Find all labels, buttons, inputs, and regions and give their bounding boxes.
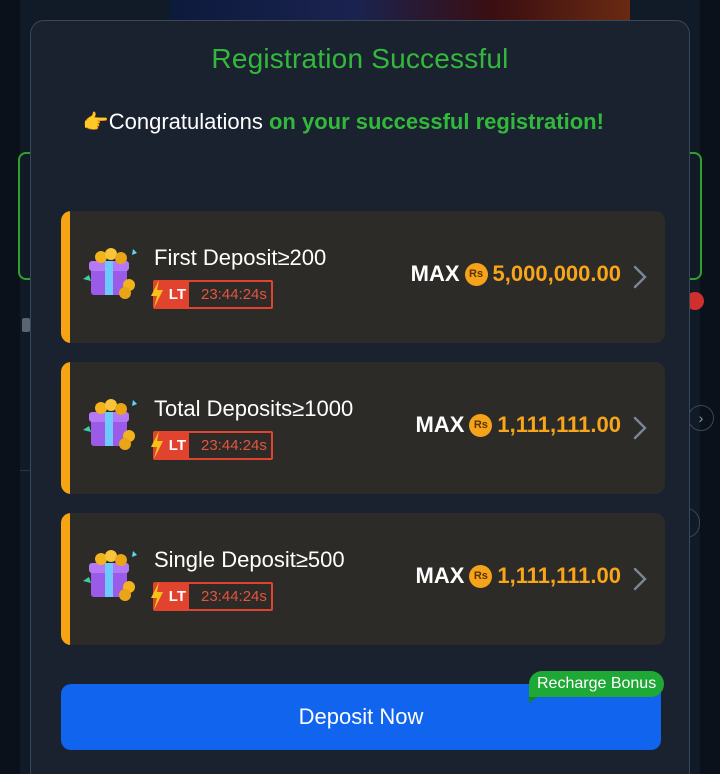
lt-label: LT (168, 286, 186, 303)
bonus-amount: 1,111,111.00 (497, 412, 621, 437)
chevron-right-icon[interactable] (633, 567, 647, 591)
countdown-time: 23:44:24s (201, 286, 267, 303)
modal-title: Registration Successful (211, 43, 509, 74)
offer-card-first-deposit[interactable]: First Deposit≥200 LT 23:44:24s MAX Rs 5,… (61, 211, 665, 343)
max-bonus: MAX Rs 5,000,000.00 (411, 261, 621, 287)
background-carousel-arrow-icon: › (688, 405, 714, 431)
background-banner (170, 0, 630, 22)
background-tab (22, 318, 30, 332)
pointing-hand-icon: 👉 (82, 111, 109, 134)
gift-box-icon (83, 399, 137, 450)
lt-label: LT (168, 437, 186, 454)
lt-badge: LT (151, 280, 189, 308)
registration-success-modal: Registration Successful 👉Congratulations… (30, 20, 690, 774)
offer-card-single-deposit[interactable]: Single Deposit≥500 LT 23:44:24s MAX Rs 1… (61, 513, 665, 645)
offer-accent-bar (61, 513, 70, 645)
lt-badge: LT (151, 431, 189, 459)
max-bonus: MAX Rs 1,111,111.00 (416, 412, 622, 438)
bonus-amount: 5,000,000.00 (492, 261, 621, 286)
offer-title: Single Deposit≥500 (154, 547, 345, 572)
rupee-coin-icon: Rs (469, 564, 493, 588)
offer-title: First Deposit≥200 (154, 245, 327, 270)
limited-time-timer: LT 23:44:24s (151, 582, 273, 611)
lightning-bolt-icon (151, 431, 163, 459)
lightning-bolt-icon (151, 582, 163, 610)
congratulations-message: 👉Congratulations on your successful regi… (71, 105, 651, 174)
offer-accent-bar (61, 362, 70, 494)
max-label: MAX (415, 563, 465, 588)
offer-title: Total Deposits≥1000 (154, 396, 354, 421)
gift-box-icon (83, 550, 137, 601)
countdown-time: 23:44:24s (201, 588, 267, 605)
recharge-bonus-badge: Recharge Bonus (529, 671, 665, 703)
bonus-amount: 1,111,111.00 (497, 563, 621, 588)
rupee-coin-icon: Rs (464, 262, 488, 286)
background-divider (20, 470, 30, 471)
chevron-right-icon[interactable] (633, 265, 647, 289)
chevron-right-icon[interactable] (633, 416, 647, 440)
max-label: MAX (415, 412, 465, 437)
offer-accent-bar (61, 211, 70, 343)
message-prefix: Congratulations (108, 109, 269, 134)
offer-card-total-deposits[interactable]: Total Deposits≥1000 LT 23:44:24s MAX Rs … (61, 362, 665, 494)
background-card-right (688, 152, 702, 280)
lightning-bolt-icon (151, 280, 163, 308)
limited-time-timer: LT 23:44:24s (151, 431, 273, 460)
message-highlight: on your successful registration! (268, 109, 604, 134)
gift-box-icon (83, 248, 137, 299)
countdown-time: 23:44:24s (201, 437, 267, 454)
lt-label: LT (168, 588, 186, 605)
max-bonus: MAX Rs 1,111,111.00 (416, 563, 622, 589)
max-label: MAX (410, 261, 460, 286)
lt-badge: LT (151, 582, 189, 610)
rupee-coin-icon: Rs (469, 413, 493, 437)
limited-time-timer: LT 23:44:24s (151, 280, 273, 309)
